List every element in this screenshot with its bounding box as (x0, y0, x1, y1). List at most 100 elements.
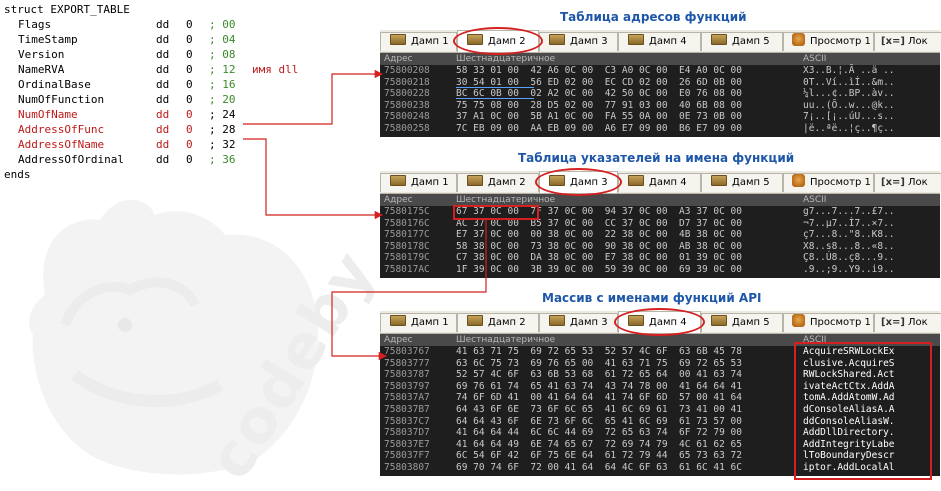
struct-field-row: TimeStamp dd 0 ; 04 (4, 32, 236, 47)
panel-caption: Массив с именами функций API (542, 291, 762, 305)
field-type: dd (156, 63, 170, 76)
dump-hex: 75 75 08 00 28 D5 02 00 77 91 03 00 40 6… (456, 99, 742, 111)
dump-ascii: g7...7...7..£7.. (803, 206, 895, 217)
dump-row[interactable]: 75800258 7C EB 09 00 AA EB 09 00 A6 E7 09… (380, 123, 940, 135)
struct-field-row: Version dd 0 ; 08 (4, 47, 236, 62)
dump-hex: 74 6F 6D 41 00 41 64 64 41 74 6F 6D 57 0… (456, 392, 742, 404)
field-name: AddressOfOrdinal (18, 153, 124, 166)
dump-icon (390, 175, 406, 186)
field-offset-comment: ; 28 (209, 123, 236, 136)
dump-addr: 7580179C (384, 252, 430, 264)
tab-label: Лок (907, 317, 928, 328)
dump-addr: 75800208 (384, 65, 430, 76)
dump-addr: 758037E7 (384, 438, 430, 450)
dump-row[interactable]: 7580177C E7 37 0C 00 00 38 0C 00 22 38 0C… (380, 229, 940, 241)
tab-label: Просмотр 1 (810, 177, 871, 188)
tab-locals[interactable]: [x=] Лок (874, 32, 941, 51)
panel-caption: Таблица адресов функций (560, 10, 747, 24)
dump-row[interactable]: 758017AC 1F 39 0C 00 3B 39 0C 00 59 39 0C… (380, 264, 940, 276)
field-type: dd (156, 33, 170, 46)
dump-addr: 75803767 (384, 346, 430, 357)
field-type: dd (156, 153, 170, 166)
dump-hex: 64 64 43 6F 6E 73 6F 6C 65 41 6C 69 61 7… (456, 415, 742, 427)
column-header-ascii: ASCII (803, 54, 827, 64)
dump-hex: 58 33 01 00 42 A6 0C 00 C3 A0 0C 00 E4 A… (456, 65, 742, 76)
tab-dump-5[interactable]: Дамп 5 (701, 32, 783, 51)
dump-hex: 69 70 74 6F 72 00 41 64 64 4C 6F 63 61 6… (456, 461, 742, 473)
tab-dump-3[interactable]: Дамп 3 (539, 313, 618, 332)
struct-field-row: AddressOfOrdinal dd 0 ; 36 (4, 152, 236, 167)
owl-icon (792, 174, 805, 187)
dump-addr: 75803797 (384, 380, 430, 392)
active-tab-highlight (614, 308, 705, 336)
column-header-address: Адрес (384, 54, 413, 64)
field-value: 0 (186, 138, 193, 151)
tab-locals[interactable]: [x=] Лок (874, 313, 941, 332)
dump-row[interactable]: 7580178C 58 38 0C 00 73 38 0C 00 90 38 0C… (380, 241, 940, 253)
struct-definition: struct EXPORT_TABLE Flags dd 0; 00 TimeStamp… (4, 2, 298, 182)
tab-watch-1[interactable]: Просмотр 1 (783, 313, 874, 332)
dump-addr: 7580175C (384, 206, 430, 217)
dump-panel-3: Дамп 1 Дамп 2 Дамп 3 Дамп 4 Дамп 5 Просмотр 1… (380, 308, 941, 480)
dump-addr: 7580178C (384, 240, 430, 252)
dump-row[interactable]: 75800208 58 33 01 00 42 A6 0C 00 C3 A0 0C… (380, 65, 940, 77)
dump-icon (628, 34, 644, 45)
field-offset-comment: ; 12 (209, 63, 236, 76)
dump-ascii: ¼l...¢..BP..àv.. (803, 88, 895, 100)
field-value: 0 (186, 48, 193, 61)
tab-label: Дамп 5 (732, 317, 770, 328)
field-offset-comment: ; 24 (209, 108, 236, 121)
field-offset-comment: ; 04 (209, 33, 236, 46)
field-value: 0 (186, 33, 193, 46)
dump-addr: 75800238 (384, 99, 430, 111)
tab-dump-1[interactable]: Дамп 1 (380, 313, 457, 332)
dump-addr: 75803787 (384, 369, 430, 381)
dump-addr: 75800248 (384, 111, 430, 123)
dump-addr: 758017AC (384, 263, 430, 275)
tab-dump-4[interactable]: Дамп 4 (618, 173, 701, 192)
tab-dump-5[interactable]: Дамп 5 (701, 173, 783, 192)
dump-icon (711, 175, 727, 186)
field-type: dd (156, 18, 170, 31)
owl-icon (792, 33, 805, 46)
x-equals-icon: [x=] (881, 177, 905, 188)
active-tab-highlight (453, 27, 543, 55)
dump-ascii: Ç8..Ú8..ç8...9.. (803, 252, 895, 264)
column-header-ascii: ASCII (803, 195, 827, 205)
field-name: AddressOfFunc (18, 123, 105, 136)
dump-icon (390, 315, 406, 326)
owl-icon (792, 314, 805, 327)
dump-hex: 1F 39 0C 00 3B 39 0C 00 59 39 0C 00 69 3… (456, 263, 742, 275)
x-equals-icon: [x=] (881, 317, 905, 328)
tab-dump-1[interactable]: Дамп 1 (380, 173, 457, 192)
tab-dump-2[interactable]: Дамп 2 (457, 173, 539, 192)
tab-watch-1[interactable]: Просмотр 1 (783, 173, 874, 192)
dump-row[interactable]: 7580179C C7 38 0C 00 DA 38 0C 00 E7 38 0C… (380, 252, 940, 264)
dump-icon (467, 175, 483, 186)
dump-ascii: 0T..Ví..ìÍ..&m.. (803, 76, 895, 88)
tab-dump-3[interactable]: Дамп 3 (539, 32, 618, 51)
dump-row[interactable]: 75800248 37 A1 0C 00 5B A1 0C 00 FA 55 0A… (380, 111, 940, 123)
field-type: dd (156, 138, 170, 151)
tab-bar: Дамп 1 Дамп 2 Дамп 3 Дамп 4 Дамп 5 Просмотр 1… (380, 171, 941, 194)
column-header: Адрес Шестнадцатеричное ASCII (380, 53, 940, 65)
tab-dump-2[interactable]: Дамп 2 (457, 313, 539, 332)
field-note: имя dll (252, 63, 299, 76)
dump-ascii: ¬7..µ7..Ì7..×7.. (803, 217, 895, 229)
field-value: 0 (186, 123, 193, 136)
dump-icon (711, 34, 727, 45)
tab-dump-1[interactable]: Дамп 1 (380, 32, 457, 51)
tab-label: Дамп 1 (411, 36, 449, 47)
tab-dump-4[interactable]: Дамп 4 (618, 32, 701, 51)
tab-watch-1[interactable]: Просмотр 1 (783, 32, 874, 51)
tab-locals[interactable]: [x=] Лок (874, 173, 941, 192)
dump-icon (549, 315, 565, 326)
dump-addr: 75803807 (384, 461, 430, 473)
tab-dump-5[interactable]: Дамп 5 (701, 313, 783, 332)
dump-icon (711, 315, 727, 326)
struct-field-row: AddressOfFunc dd 0 ; 28 (4, 122, 236, 137)
struct-header: struct EXPORT_TABLE (4, 3, 130, 16)
field-value: 0 (186, 153, 193, 166)
dump-ascii: X8..s8...8..«8.. (803, 240, 895, 252)
dump-row[interactable]: 75800238 75 75 08 00 28 D5 02 00 77 91 03… (380, 100, 940, 112)
